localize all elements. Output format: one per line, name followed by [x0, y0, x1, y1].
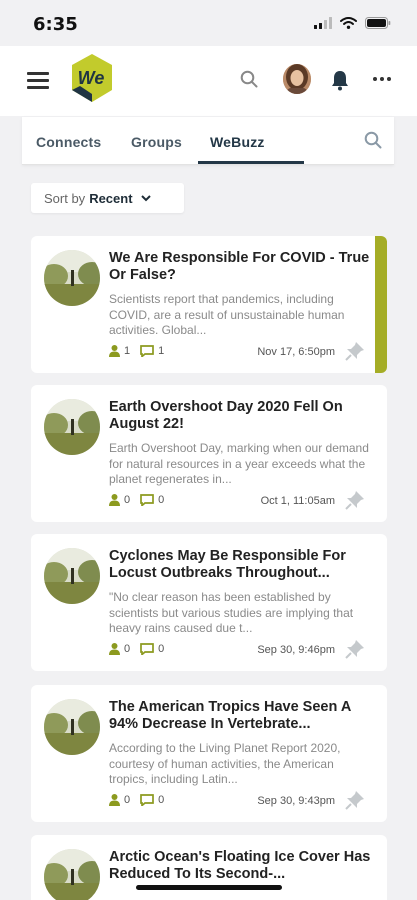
home-indicator [136, 885, 282, 890]
post-title[interactable]: Arctic Ocean's Floating Ice Cover Has Re… [109, 849, 371, 883]
notification-bell-icon[interactable] [330, 69, 350, 96]
status-icons [314, 17, 391, 29]
pin-icon[interactable] [345, 341, 365, 366]
post-title[interactable]: Earth Overshoot Day 2020 Fell On August … [109, 399, 371, 433]
comment-count: 0 [158, 643, 165, 655]
tab-webuzz[interactable]: WeBuzz [210, 134, 265, 150]
post-card[interactable]: We Are Responsible For COVID - True Or F… [31, 236, 387, 373]
person-icon [109, 494, 120, 506]
wifi-icon [340, 17, 357, 29]
pin-icon[interactable] [345, 490, 365, 515]
active-tab-indicator [198, 161, 304, 164]
people-count: 0 [124, 494, 131, 506]
post-thumbnail [44, 548, 100, 604]
post-thumbnail [44, 250, 100, 306]
post-excerpt: According to the Living Planet Report 20… [109, 741, 341, 786]
person-icon [109, 794, 120, 806]
post-card[interactable]: Earth Overshoot Day 2020 Fell On August … [31, 385, 387, 522]
person-icon [109, 345, 120, 357]
post-title[interactable]: We Are Responsible For COVID - True Or F… [109, 250, 371, 284]
app-header: We [0, 46, 417, 116]
post-excerpt: Earth Overshoot Day, marking when our de… [109, 441, 369, 486]
chevron-down-icon [140, 194, 151, 201]
post-meta: 1 1 [109, 345, 174, 357]
post-card[interactable]: Arctic Ocean's Floating Ice Cover Has Re… [31, 835, 387, 900]
post-excerpt: Scientists report that pandemics, includ… [109, 292, 345, 337]
post-date: Oct 1, 11:05am [260, 495, 335, 507]
comment-count: 1 [158, 345, 165, 357]
tab-search-icon[interactable] [364, 131, 382, 154]
post-date: Nov 17, 6:50pm [257, 346, 335, 358]
pin-icon[interactable] [345, 639, 365, 664]
status-time: 6:35 [33, 14, 78, 35]
people-count: 0 [124, 643, 131, 655]
app-logo[interactable]: We [70, 52, 114, 104]
post-meta: 0 0 [109, 494, 174, 506]
header-search-icon[interactable] [240, 70, 258, 93]
tab-bar: Connects Groups WeBuzz [22, 117, 394, 165]
post-meta: 0 0 [109, 794, 174, 806]
post-card[interactable]: Cyclones May Be Responsible For Locust O… [31, 534, 387, 671]
comment-count: 0 [158, 794, 165, 806]
signal-icon [314, 17, 332, 29]
post-thumbnail [44, 399, 100, 455]
sort-dropdown[interactable]: Sort by Recent [31, 183, 184, 213]
hamburger-menu-icon[interactable] [27, 72, 49, 90]
post-excerpt: "No clear reason has been established by… [109, 590, 354, 635]
post-meta: 0 0 [109, 643, 174, 655]
comment-count: 0 [158, 494, 165, 506]
post-date: Sep 30, 9:43pm [257, 795, 335, 807]
comment-icon [140, 494, 154, 506]
person-icon [109, 643, 120, 655]
logo-text: We [78, 68, 105, 88]
status-bar: 6:35 [0, 0, 417, 46]
people-count: 1 [124, 345, 131, 357]
more-options-icon[interactable] [373, 77, 391, 81]
sort-value: Recent [89, 190, 133, 206]
battery-icon [365, 17, 391, 29]
post-card[interactable]: The American Tropics Have Seen A 94% Dec… [31, 685, 387, 822]
user-avatar[interactable] [283, 64, 311, 94]
tab-connects[interactable]: Connects [36, 134, 101, 150]
comment-icon [140, 345, 154, 357]
comment-icon [140, 794, 154, 806]
post-title[interactable]: Cyclones May Be Responsible For Locust O… [109, 548, 371, 582]
accent-bar [375, 236, 387, 373]
post-thumbnail [44, 699, 100, 755]
tab-groups[interactable]: Groups [131, 134, 182, 150]
comment-icon [140, 643, 154, 655]
people-count: 0 [124, 794, 131, 806]
post-date: Sep 30, 9:46pm [257, 644, 335, 656]
post-thumbnail [44, 849, 100, 900]
post-title[interactable]: The American Tropics Have Seen A 94% Dec… [109, 699, 371, 733]
pin-icon[interactable] [345, 790, 365, 815]
sort-prefix: Sort by [44, 190, 86, 206]
